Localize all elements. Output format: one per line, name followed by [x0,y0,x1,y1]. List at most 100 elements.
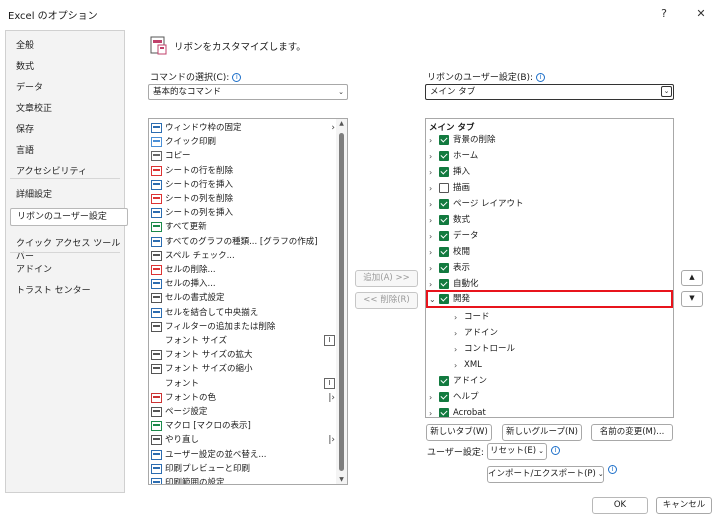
info-icon: i [551,446,560,455]
choose-commands-dropdown[interactable]: 基本的なコマンド ⌄ [148,84,348,100]
command-list-item[interactable]: クイック印刷 [151,135,337,149]
command-list-item[interactable]: セルの書式設定 [151,291,337,305]
sidebar-item-accessibility[interactable]: アクセシビリティ [16,164,87,177]
move-up-button[interactable]: ▲ [681,270,703,286]
sidebar-item-customize-ribbon[interactable]: リボンのユーザー設定 [10,208,128,226]
command-list-item[interactable]: 印刷範囲の設定 [151,476,337,484]
command-list-item[interactable]: シートの列を削除 [151,192,337,206]
command-list-item[interactable]: ユーザー設定の並べ替え... [151,448,337,462]
scroll-down-icon[interactable]: ▼ [336,476,347,483]
tab-checkbox[interactable] [439,199,449,210]
command-list-item[interactable]: フォント サイズの縮小 [151,362,337,376]
sidebar-item-advanced[interactable]: 詳細設定 [16,187,52,200]
command-list-item[interactable]: シートの行を挿入 [151,178,337,192]
command-list-item[interactable]: フォントの色 |› [151,391,337,405]
tree-item-label: 校閲 [453,247,471,258]
commands-list[interactable]: ウィンドウ枠の固定 › クイック印刷 コピー シートの行を削除 シートの行を挿入 シートの列… [148,118,348,485]
ok-button[interactable]: OK [592,497,648,514]
move-down-button[interactable]: ▼ [681,291,703,307]
sidebar-item-addins[interactable]: アドイン [16,262,52,275]
tab-checkbox[interactable] [439,391,449,402]
remove-button[interactable]: << 削除(R) [355,292,418,309]
command-list-item[interactable]: すべて更新 [151,220,337,234]
reset-button[interactable]: リセット(E) ⌄ [487,443,547,460]
chevron-right-icon[interactable]: › [429,261,438,276]
developer-checkbox[interactable] [439,294,449,304]
command-list-item[interactable]: フォント I [151,377,337,391]
sidebar-item-data[interactable]: データ [16,80,43,93]
command-list-item[interactable]: シートの列を挿入 [151,206,337,220]
new-group-button[interactable]: 新しいグループ(N) [502,424,582,441]
chevron-right-icon[interactable]: › [429,197,438,212]
tree-item-label: 数式 [453,215,471,226]
import-export-button[interactable]: インポート/エクスポート(P) ⌄ [487,466,604,483]
tab-checkbox[interactable] [439,183,449,194]
command-list-item[interactable]: セルの挿入... [151,277,337,291]
tab-checkbox[interactable] [439,263,449,274]
tab-checkbox[interactable] [439,279,449,290]
chevron-right-icon[interactable]: › [429,406,438,417]
command-list-item[interactable]: すべてのグラフの種類... [グラフの作成] [151,235,337,249]
tab-checkbox[interactable] [439,215,449,226]
commands-scrollbar[interactable]: ▲ ▼ [336,119,347,484]
dropdown-indicator-icon: I [324,377,335,389]
scroll-up-icon[interactable]: ▲ [336,120,347,127]
help-button[interactable]: ? [652,4,676,24]
chevron-right-icon[interactable]: › [429,165,438,180]
chevron-right-icon[interactable]: › [429,133,438,148]
tab-checkbox[interactable] [439,407,449,417]
font-grow-icon [151,350,162,361]
command-list-item[interactable]: スペル チェック... [151,249,337,263]
chevron-right-icon[interactable]: › [429,229,438,244]
chevron-right-icon[interactable]: › [429,181,438,196]
command-list-item[interactable]: フィルターの追加または削除 [151,320,337,334]
command-list-item[interactable]: フォント サイズの拡大 [151,348,337,362]
command-label: マクロ [マクロの表示] [165,421,251,432]
command-list-item[interactable]: フォント サイズ I [151,334,337,348]
print-area-icon [151,478,162,484]
chevron-right-icon[interactable]: › [429,245,438,260]
command-list-item[interactable]: ページ設定 [151,405,337,419]
command-list-item[interactable]: コピー [151,149,337,163]
chevron-right-icon[interactable]: › [454,358,463,373]
command-list-item[interactable]: セルの削除... [151,263,337,277]
command-list-item[interactable]: やり直し |› [151,433,337,447]
sidebar-item-formulas[interactable]: 数式 [16,59,34,72]
chevron-right-icon[interactable]: › [454,326,463,341]
sidebar-item-quick-access-toolbar[interactable]: クイック アクセス ツール バー [16,236,124,262]
scroll-thumb[interactable] [339,133,344,471]
sidebar-item-save[interactable]: 保存 [16,122,34,135]
tab-checkbox[interactable] [439,247,449,258]
sidebar-item-trust-center[interactable]: トラスト センター [16,283,91,296]
sidebar-item-general[interactable]: 全般 [16,38,34,51]
tab-checkbox[interactable] [439,151,449,162]
close-button[interactable]: ✕ [689,4,713,24]
chevron-down-icon[interactable]: ⌄ [429,292,438,307]
tab-checkbox[interactable] [439,375,449,386]
ribbon-tabs-tree[interactable]: メイン タブ › 背景の削除 › ホーム › 挿入 › 描画 › ページ レイアウト › 数式 › データ… [425,118,674,418]
chevron-right-icon[interactable]: › [429,390,438,405]
command-list-item[interactable]: ウィンドウ枠の固定 › [151,121,337,135]
sidebar-item-proofing[interactable]: 文章校正 [16,101,52,114]
tab-checkbox[interactable] [439,231,449,242]
sidebar-item-language[interactable]: 言語 [16,143,34,156]
tab-checkbox[interactable] [439,167,449,178]
info-icon: i [536,73,546,82]
command-list-item[interactable]: セルを結合して中央揃え [151,306,337,320]
new-tab-button[interactable]: 新しいタブ(W) [426,424,492,441]
command-list-item[interactable]: マクロ [マクロの表示] [151,419,337,433]
add-button[interactable]: 追加(A) >> [355,270,418,287]
command-list-item[interactable]: 印刷プレビューと印刷 [151,462,337,476]
chevron-right-icon[interactable]: › [429,149,438,164]
chevron-right-icon[interactable]: › [429,213,438,228]
customize-ribbon-dropdown[interactable]: メイン タブ ⌄ [425,84,674,100]
command-list-item[interactable]: シートの行を削除 [151,164,337,178]
tab-checkbox[interactable] [439,135,449,145]
cancel-button[interactable]: キャンセル [656,497,712,514]
font-shrink-icon [151,364,162,375]
chevron-right-icon[interactable]: › [454,342,463,357]
print-preview-icon [151,463,162,474]
insert-rows-icon [151,179,162,190]
chevron-right-icon[interactable]: › [454,310,463,325]
rename-button[interactable]: 名前の変更(M)... [591,424,673,441]
